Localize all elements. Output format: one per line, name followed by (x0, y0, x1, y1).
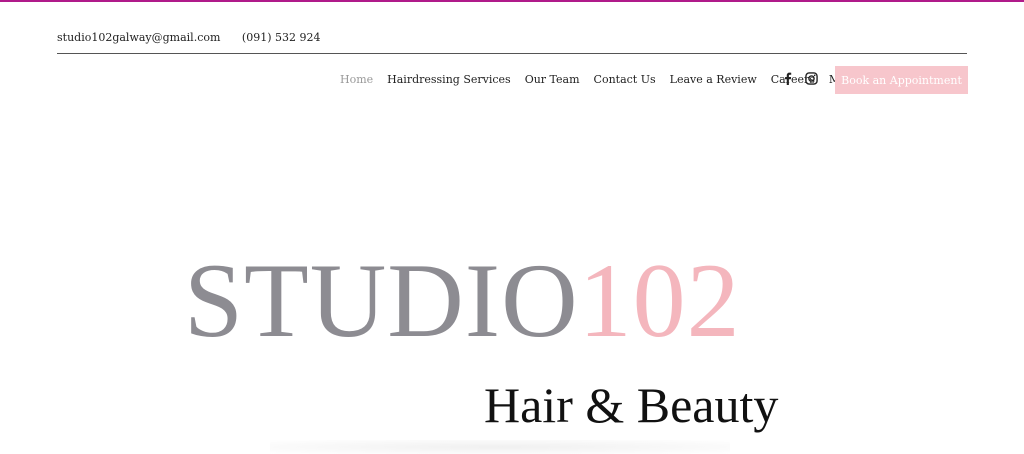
logo-tagline: Hair & Beauty (484, 377, 779, 433)
instagram-icon[interactable] (805, 72, 818, 85)
nav-item-leave-a-review[interactable]: Leave a Review (670, 73, 757, 86)
book-appointment-button[interactable]: Book an Appointment (835, 66, 968, 94)
phone-link[interactable]: (091) 532 924 (242, 31, 321, 44)
nav-item-our-team[interactable]: Our Team (525, 73, 580, 86)
social-links (782, 72, 818, 85)
header-divider (57, 53, 967, 54)
main-nav: Home Hairdressing Services Our Team Cont… (340, 73, 859, 86)
top-accent-line (0, 0, 1024, 2)
studio102-logo: STUDIO102 Hair & Beauty (184, 248, 844, 448)
logo-word-studio: STUDIO (184, 242, 579, 359)
nav-item-hairdressing-services[interactable]: Hairdressing Services (387, 73, 511, 86)
email-link[interactable]: studio102galway@gmail.com (57, 31, 220, 44)
logo-wordmark: STUDIO102 (184, 248, 741, 354)
contact-info: studio102galway@gmail.com (091) 532 924 (57, 31, 339, 44)
nav-item-contact-us[interactable]: Contact Us (594, 73, 656, 86)
logo-word-102: 102 (578, 242, 741, 359)
facebook-icon[interactable] (782, 72, 793, 85)
nav-item-home[interactable]: Home (340, 73, 373, 86)
